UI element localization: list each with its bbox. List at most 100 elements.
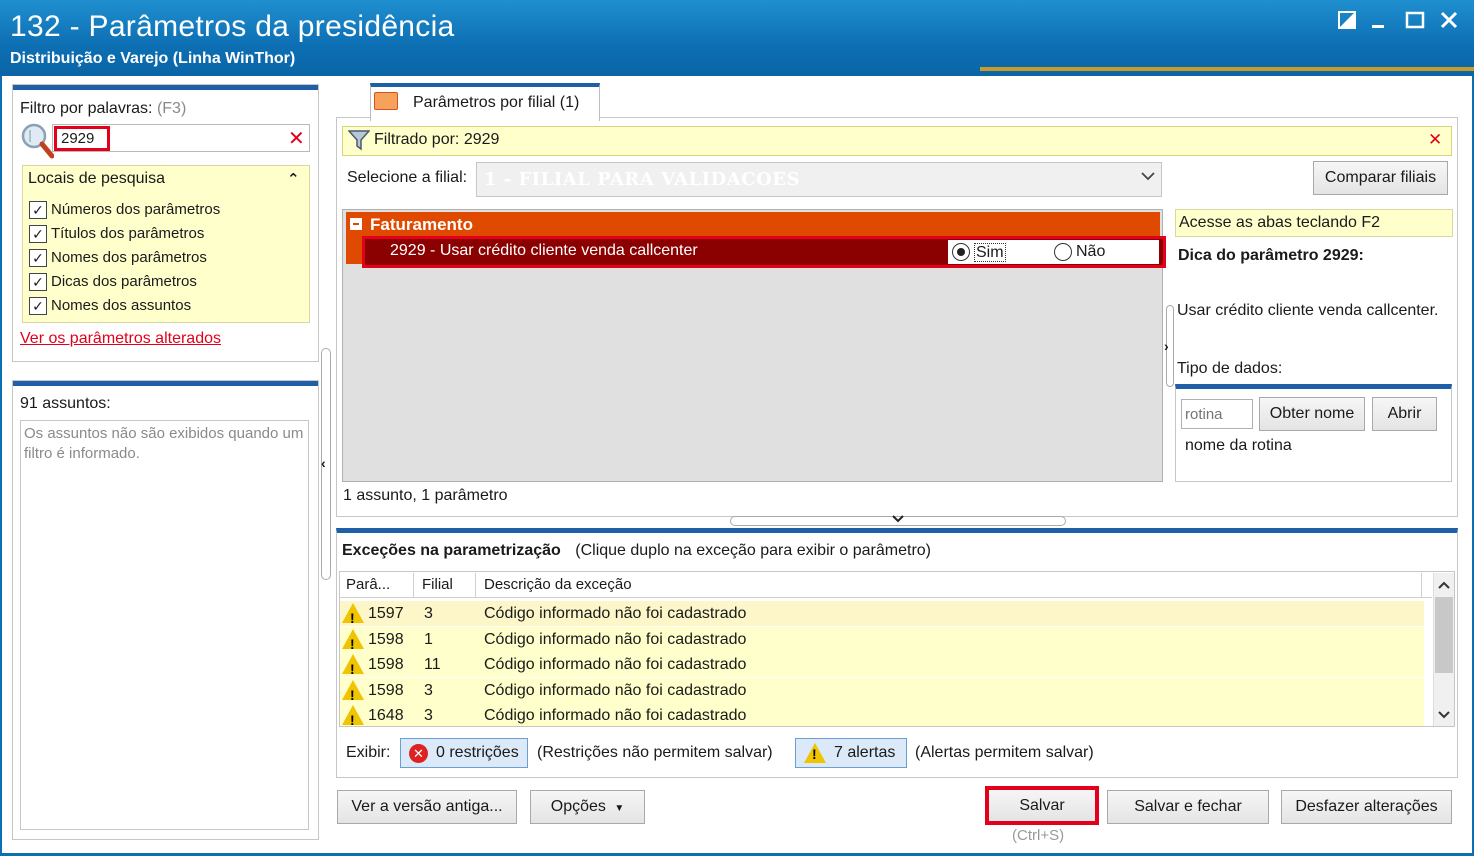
tip-title: Dica do parâmetro 2929: [1178, 247, 1364, 264]
chevron-down-icon[interactable] [1140, 168, 1156, 188]
show-label: Exibir: [346, 744, 391, 761]
collapse-tip-icon[interactable]: › [1164, 338, 1169, 354]
row-branch: 3 [424, 682, 433, 699]
minimize-icon[interactable] [1366, 10, 1392, 36]
exceptions-title: Exceções na parametrização [342, 542, 561, 559]
save-shortcut: (Ctrl+S) [1012, 827, 1065, 844]
radio-no[interactable] [1054, 243, 1072, 261]
row-description: Código informado não foi cadastrado [484, 631, 747, 648]
restrictions-button-label: 0 restrições [436, 744, 519, 761]
column-header-description[interactable]: Descrição da exceção [478, 573, 1422, 597]
warning-icon [342, 680, 364, 708]
alerts-button-label: 7 alertas [834, 744, 896, 761]
checkbox-titles[interactable]: ✓ [29, 225, 47, 243]
exceptions-heading: Exceções na parametrização (Clique duplo… [342, 542, 931, 560]
table-row[interactable]: 1598 1 Código informado não foi cadastra… [340, 627, 1424, 657]
filter-input-value[interactable]: 2929 [54, 126, 110, 151]
window-title: 132 - Parâmetros da presidência [10, 10, 455, 43]
subjects-list[interactable]: Os assuntos não são exibidos quando um f… [20, 420, 309, 830]
panel-top-bar [13, 85, 318, 90]
rotina-name: nome da rotina [1185, 437, 1292, 454]
collapse-group-icon[interactable] [350, 218, 362, 230]
save-close-button[interactable]: Salvar e fechar [1107, 790, 1269, 824]
old-version-button[interactable]: Ver a versão antiga... [337, 790, 517, 824]
filtered-by-text: Filtrado por: 2929 [374, 131, 500, 148]
table-row[interactable]: 1598 3 Código informado não foi cadastra… [340, 678, 1424, 708]
undo-changes-button[interactable]: Desfazer alterações [1281, 790, 1452, 824]
table-row[interactable]: 1597 3 Código informado não foi cadastra… [340, 601, 1424, 631]
select-branch-label: Selecione a filial: [347, 169, 468, 186]
changed-params-link[interactable]: Ver os parâmetros alterados [20, 330, 221, 348]
error-icon: ✕ [409, 744, 428, 763]
row-branch: 3 [424, 707, 433, 724]
row-param: 1598 [368, 682, 404, 699]
scroll-up-icon[interactable] [1437, 578, 1451, 595]
group-name: Faturamento [370, 215, 473, 234]
row-param: 1648 [368, 707, 404, 724]
alerts-button[interactable]: 7 alertas [795, 738, 907, 768]
warning-icon [342, 654, 364, 682]
grid-header-divider [340, 597, 1432, 598]
warning-icon [804, 743, 826, 763]
rotina-input[interactable] [1181, 399, 1253, 429]
warning-icon [342, 629, 364, 657]
tab-label-row: Parâmetros por filial (1) [413, 94, 579, 112]
maximize-icon[interactable] [1402, 10, 1428, 36]
radio-yes[interactable] [952, 243, 970, 261]
row-branch: 1 [424, 631, 433, 648]
subjects-count: 91 assuntos: [20, 395, 111, 412]
search-icon [20, 122, 55, 164]
folder-icon [374, 92, 398, 110]
get-name-button[interactable]: Obter nome [1259, 397, 1365, 431]
window-subtitle: Distribuição e Varejo (Linha WinThor) [10, 50, 296, 67]
checkbox-names[interactable]: ✓ [29, 249, 47, 267]
checkbox-subjects-label: Nomes dos assuntos [51, 297, 192, 314]
subjects-note: Os assuntos não são exibidos quando um f… [24, 425, 304, 462]
collapse-left-icon[interactable]: ‹ [321, 455, 326, 471]
scroll-down-icon[interactable] [1437, 708, 1451, 725]
table-row[interactable]: 1648 3 Código informado não foi cadastra… [340, 703, 1424, 733]
row-param: 1598 [368, 631, 404, 648]
tab-label: Parâmetros por filial [413, 94, 556, 111]
open-button[interactable]: Abrir [1372, 397, 1437, 431]
compare-branches-button[interactable]: Comparar filiais [1313, 161, 1448, 195]
collapse-locations-icon[interactable]: ⌃ [287, 170, 300, 188]
scroll-thumb[interactable] [1435, 597, 1453, 673]
restrictions-button[interactable]: ✕ 0 restrições [400, 738, 528, 768]
funnel-icon [347, 129, 371, 155]
close-icon[interactable] [1436, 10, 1462, 36]
row-description: Código informado não foi cadastrado [484, 707, 747, 724]
title-bar: 132 - Parâmetros da presidência Distribu… [0, 0, 1474, 76]
checkbox-tips[interactable]: ✓ [29, 273, 47, 291]
tip-hint: Acesse as abas teclando F2 [1179, 214, 1381, 231]
options-button-label: Opções [550, 798, 606, 815]
column-header-branch[interactable]: Filial [416, 573, 476, 597]
checkbox-tips-label: Dicas dos parâmetros [51, 273, 197, 290]
column-header-param[interactable]: Parâ... [340, 573, 414, 597]
filter-label: Filtro por palavras: [20, 100, 153, 117]
branch-select-value: 1 - FILIAL PARA VALIDACOES [484, 169, 800, 190]
tab-count: (1) [559, 94, 580, 111]
checkbox-numbers[interactable]: ✓ [29, 201, 47, 219]
restore-window-icon[interactable] [1334, 10, 1360, 36]
dropdown-caret-icon: ▼ [614, 803, 625, 814]
tab-line [336, 117, 370, 118]
radio-no-label: Não [1076, 243, 1106, 260]
checkbox-subjects[interactable]: ✓ [29, 297, 47, 315]
row-branch: 3 [424, 605, 433, 622]
checkbox-titles-label: Títulos dos parâmetros [51, 225, 205, 242]
row-param: 1598 [368, 656, 404, 673]
checkbox-names-label: Nomes dos parâmetros [51, 249, 207, 266]
row-branch: 11 [424, 656, 441, 673]
clear-filter-icon[interactable]: ✕ [288, 126, 305, 151]
filter-shortcut: (F3) [156, 100, 187, 117]
filter-label-row: Filtro por palavras: (F3) [20, 100, 186, 118]
param-label: 2929 - Usar crédito cliente venda callce… [390, 242, 698, 259]
tree-status: 1 assunto, 1 parâmetro [343, 487, 508, 504]
save-button[interactable]: Salvar [985, 786, 1099, 825]
row-description: Código informado não foi cadastrado [484, 656, 747, 673]
clear-filtered-icon[interactable]: ✕ [1428, 130, 1442, 150]
options-button[interactable]: Opções ▼ [530, 790, 645, 824]
table-row[interactable]: 1598 11 Código informado não foi cadastr… [340, 652, 1424, 682]
row-description: Código informado não foi cadastrado [484, 682, 747, 699]
